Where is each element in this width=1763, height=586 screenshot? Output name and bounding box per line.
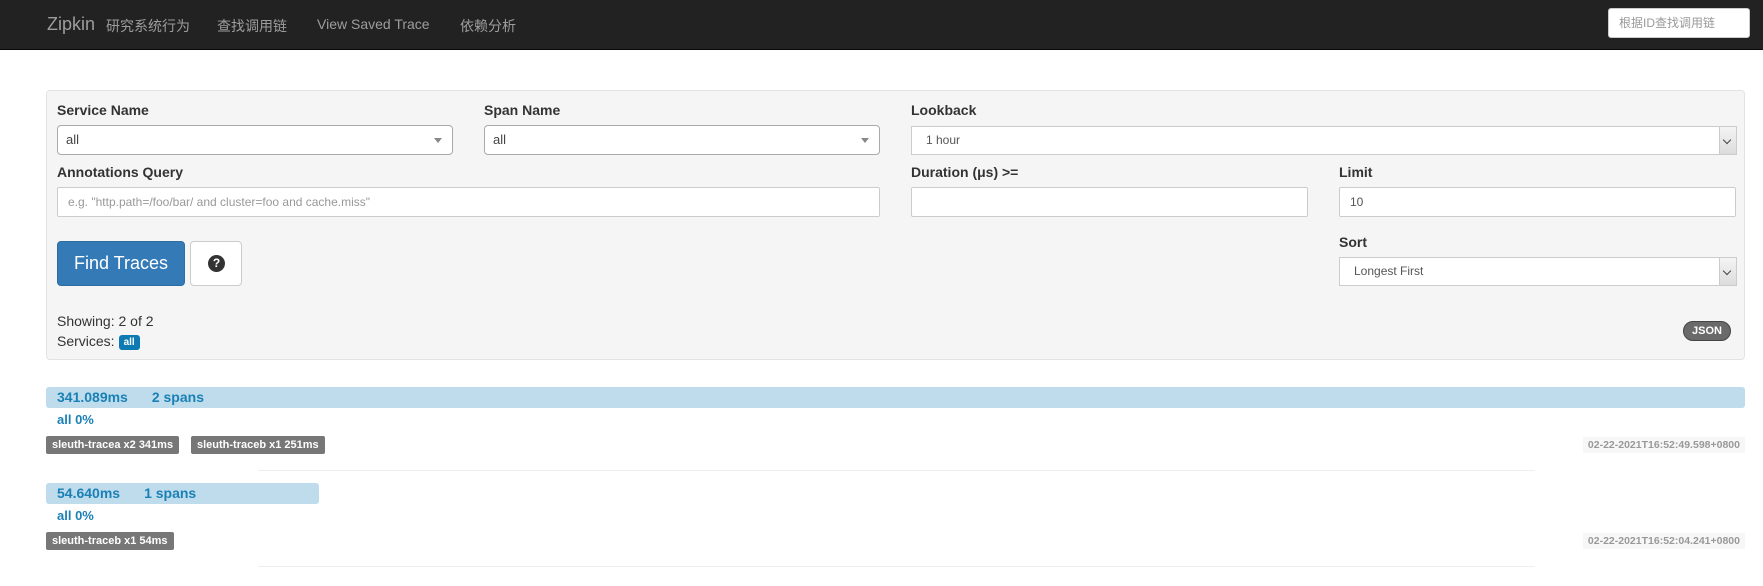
span-name-value: all — [493, 132, 507, 147]
sort-value: Longest First — [1354, 264, 1424, 278]
help-button[interactable]: ? — [190, 241, 242, 286]
results-count: Showing: 2 of 2 — [57, 313, 154, 329]
result-divider — [258, 470, 1535, 471]
annotations-query-input[interactable] — [57, 187, 880, 217]
annotations-query-label: Annotations Query — [57, 164, 184, 180]
trace-duration: 54.640ms — [57, 485, 121, 501]
brand-logo[interactable]: Zipkin — [47, 14, 95, 35]
trace-duration-bar[interactable]: 54.640ms 1 spans — [46, 483, 319, 504]
trace-duration-bar[interactable]: 341.089ms 2 spans — [46, 387, 1745, 408]
brand-subtitle: 研究系统行为 — [106, 18, 190, 34]
service-badge-all[interactable]: all — [118, 335, 140, 350]
trace-result[interactable]: 341.089ms 2 spans all 0% sleuth-tracea x2… — [46, 387, 1745, 457]
services-filter: Services: all — [57, 333, 140, 350]
service-percentage: all 0% — [57, 412, 94, 427]
search-panel: Service Name all Span Name all Lookback … — [46, 90, 1745, 360]
lookback-label: Lookback — [911, 102, 977, 118]
question-circle-icon: ? — [208, 255, 225, 272]
trace-duration: 341.089ms — [57, 389, 128, 405]
trace-span-count: 2 spans — [151, 389, 204, 405]
navbar: Zipkin 研究系统行为 查找调用链 View Saved Trace 依赖分… — [0, 0, 1763, 50]
nav-view-saved-trace[interactable]: View Saved Trace — [317, 16, 430, 32]
service-percentage: all 0% — [57, 508, 94, 523]
service-name-value: all — [66, 132, 80, 147]
trace-span-count: 1 spans — [144, 485, 197, 501]
find-traces-button[interactable]: Find Traces — [57, 241, 185, 286]
sort-select[interactable]: Longest First — [1339, 257, 1737, 286]
json-button[interactable]: JSON — [1683, 321, 1731, 341]
span-name-select[interactable]: all — [484, 125, 880, 155]
limit-input[interactable] — [1339, 187, 1736, 217]
service-name-label: Service Name — [57, 102, 149, 118]
trace-result[interactable]: 54.640ms 1 spans all 0% sleuth-traceb x1 … — [46, 483, 1745, 553]
lookback-value: 1 hour — [926, 133, 961, 147]
service-tag[interactable]: sleuth-traceb x1 54ms — [46, 532, 174, 550]
chevron-down-icon — [434, 138, 442, 143]
nav-dependencies[interactable]: 依赖分析 — [460, 16, 516, 36]
result-divider — [258, 566, 1535, 567]
service-tag[interactable]: sleuth-traceb x1 251ms — [191, 436, 325, 454]
limit-label: Limit — [1339, 164, 1373, 180]
duration-input[interactable] — [911, 187, 1308, 217]
trace-id-search-input[interactable] — [1608, 8, 1750, 38]
sort-label: Sort — [1339, 234, 1367, 250]
lookback-select[interactable]: 1 hour — [911, 126, 1737, 155]
chevron-down-icon — [1719, 258, 1736, 285]
services-label: Services: — [57, 333, 115, 349]
span-name-label: Span Name — [484, 102, 561, 118]
chevron-down-icon — [1719, 127, 1736, 154]
trace-timestamp: 02-22-2021T16:52:49.598+0800 — [1582, 437, 1745, 453]
service-tag[interactable]: sleuth-tracea x2 341ms — [46, 436, 180, 454]
service-name-select[interactable]: all — [57, 125, 453, 155]
nav-find-traces[interactable]: 查找调用链 — [217, 16, 287, 36]
chevron-down-icon — [861, 138, 869, 143]
trace-timestamp: 02-22-2021T16:52:04.241+0800 — [1582, 533, 1745, 549]
duration-label: Duration (μs) >= — [911, 164, 1019, 180]
